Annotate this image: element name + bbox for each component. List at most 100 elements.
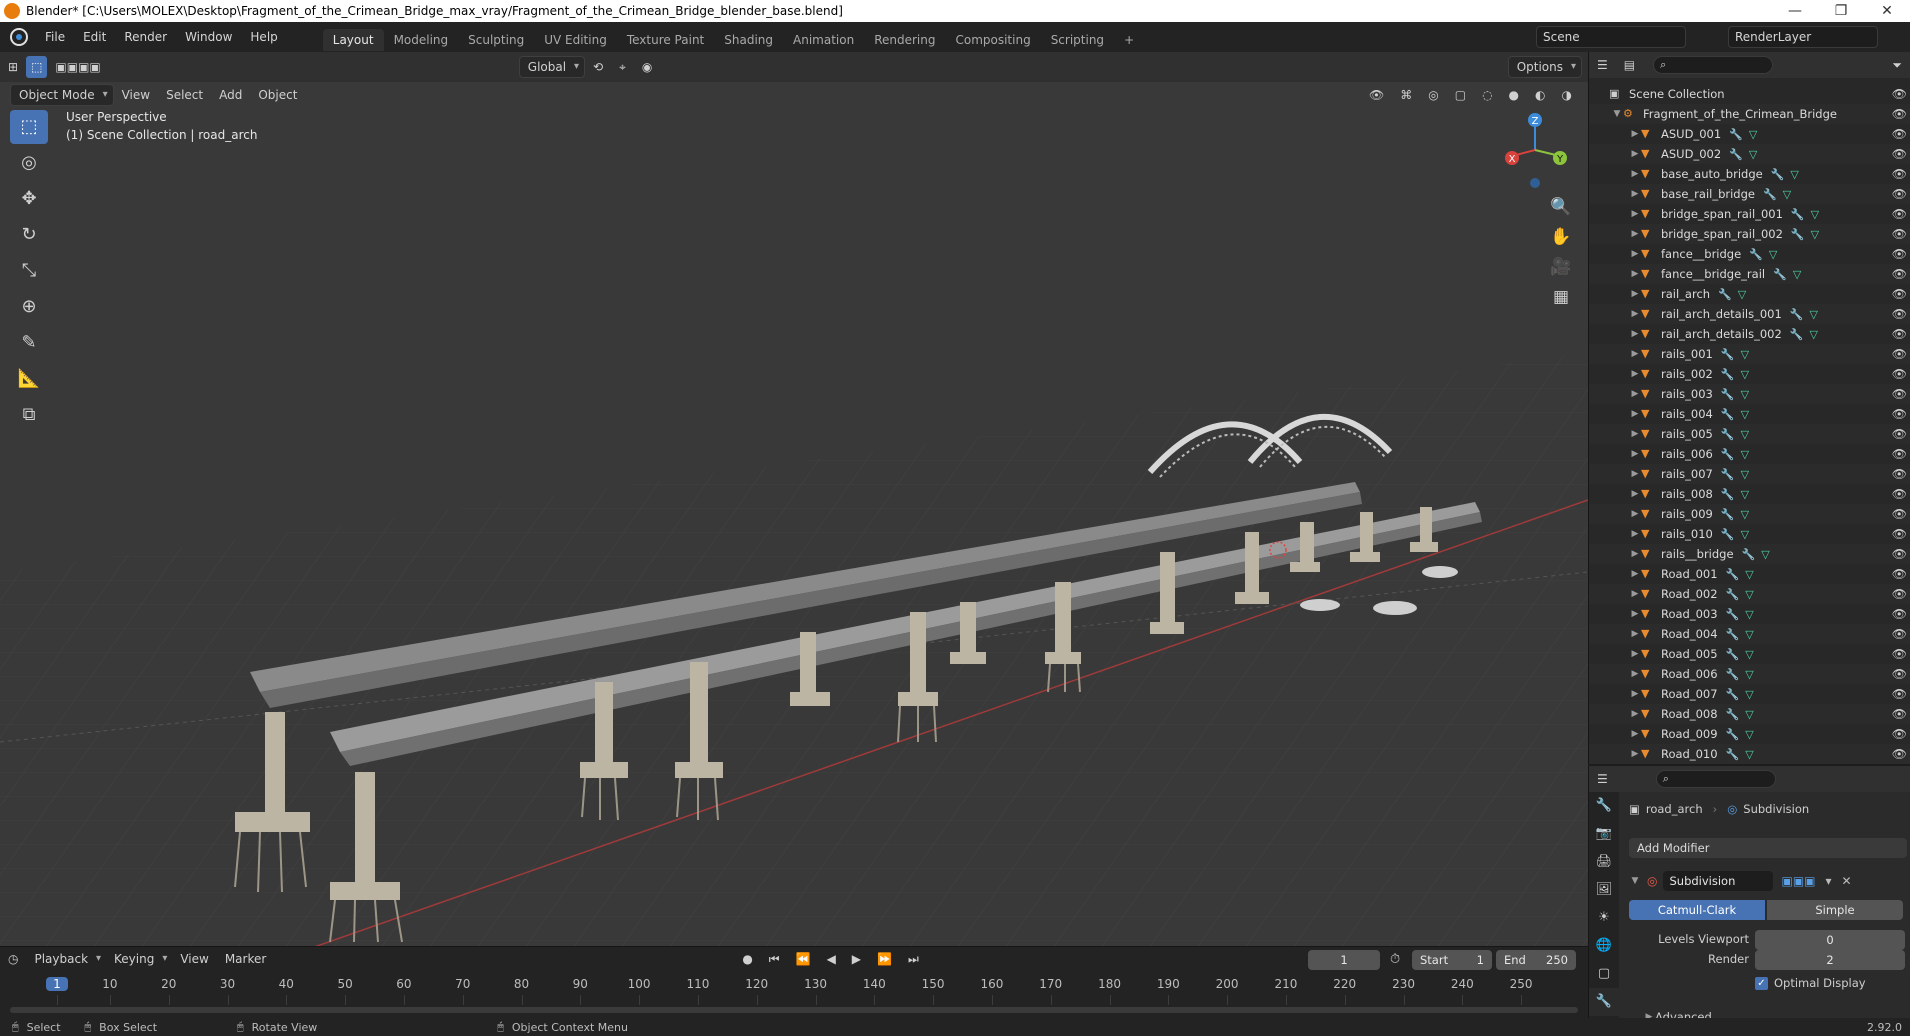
outliner-object-row[interactable]: ▶ ▼ Road_008 🔧 ▽ 👁	[1589, 704, 1910, 724]
outliner-object-row[interactable]: ▶ ▼ fance__bridge 🔧 ▽ 👁	[1589, 244, 1910, 264]
outliner-object-row[interactable]: ▶ ▼ rail_arch 🔧 ▽ 👁	[1589, 284, 1910, 304]
expand-arrow-icon[interactable]: ▶	[1629, 629, 1641, 639]
visibility-eye-icon[interactable]: 👁	[1892, 607, 1907, 621]
modifier-wrench-icon[interactable]: 🔧	[1763, 188, 1777, 201]
outliner-object-row[interactable]: ▶ ▼ rails__bridge 🔧 ▽ 👁	[1589, 544, 1910, 564]
menu-add[interactable]: Add	[211, 84, 250, 106]
modifier-wrench-icon[interactable]: 🔧	[1721, 428, 1735, 441]
expand-arrow-icon[interactable]: ▶	[1629, 729, 1641, 739]
viewport-canvas[interactable]	[0, 52, 1588, 946]
filter-icon[interactable]: ⏷	[1884, 54, 1910, 76]
outliner-object-row[interactable]: ▶ ▼ Road_005 🔧 ▽ 👁	[1589, 644, 1910, 664]
modifier-wrench-icon[interactable]: 🔧	[1721, 448, 1735, 461]
scene-selector[interactable]: Scene	[1536, 26, 1686, 48]
visibility-eye-icon[interactable]: 👁	[1892, 307, 1907, 321]
expand-arrow-icon[interactable]: ▶	[1629, 249, 1641, 259]
modifier-wrench-icon[interactable]: 🔧	[1721, 508, 1735, 521]
modifier-display-toggles-icon[interactable]: ▣▣▣	[1781, 874, 1815, 888]
xray-icon[interactable]: ▢	[1447, 84, 1474, 106]
visibility-eye-icon[interactable]: 👁	[1892, 207, 1907, 221]
outliner-object-row[interactable]: ▶ ▼ rails_002 🔧 ▽ 👁	[1589, 364, 1910, 384]
menu-help[interactable]: Help	[241, 22, 286, 52]
proportional-editing-icon[interactable]: ◉	[634, 56, 660, 78]
expand-arrow-icon[interactable]: ▶	[1629, 209, 1641, 219]
optimal-display-checkbox[interactable]: ✓	[1755, 976, 1768, 990]
visibility-eye-icon[interactable]: 👁	[1892, 547, 1907, 561]
visibility-eye-icon[interactable]: 👁	[1892, 587, 1907, 601]
options-dropdown[interactable]: Options	[1507, 56, 1582, 78]
mesh-data-icon[interactable]: ▽	[1745, 588, 1753, 601]
outliner-object-row[interactable]: ▶ ▼ rail_arch_details_002 🔧 ▽ 👁	[1589, 324, 1910, 344]
expand-arrow-icon[interactable]: ▶	[1629, 509, 1641, 519]
expand-arrow-icon[interactable]: ▶	[1629, 689, 1641, 699]
visibility-eye-icon[interactable]: 👁	[1892, 287, 1907, 301]
mesh-data-icon[interactable]: ▽	[1793, 268, 1801, 281]
expand-arrow-icon[interactable]: ▶	[1629, 709, 1641, 719]
mesh-data-icon[interactable]: ▽	[1745, 708, 1753, 721]
modifier-wrench-icon[interactable]: 🔧	[1726, 708, 1740, 721]
camera-icon[interactable]: 🎥	[1546, 252, 1576, 282]
modifier-wrench-icon[interactable]: 🔧	[1726, 728, 1740, 741]
modifier-wrench-icon[interactable]: 🔧	[1726, 588, 1740, 601]
modifier-wrench-icon[interactable]: 🔧	[1729, 148, 1743, 161]
menu-select[interactable]: Select	[158, 84, 211, 106]
expand-arrow-icon[interactable]: ▶	[1629, 229, 1641, 239]
expand-arrow-icon[interactable]: ▶	[1629, 409, 1641, 419]
tab-layout[interactable]: Layout	[322, 29, 384, 51]
mesh-data-icon[interactable]: ▽	[1811, 228, 1819, 241]
expand-arrow-icon[interactable]: ▶	[1629, 609, 1641, 619]
modifier-wrench-icon[interactable]: 🔧	[1749, 248, 1763, 261]
zoom-icon[interactable]: 🔍	[1546, 192, 1576, 222]
scene-collection-row[interactable]: ▣ Scene Collection 👁	[1589, 84, 1910, 104]
expand-arrow-icon[interactable]: ▶	[1629, 169, 1641, 179]
visibility-eye-icon[interactable]: 👁	[1892, 407, 1907, 421]
object-tab-icon[interactable]: ▢	[1589, 960, 1619, 988]
modifier-wrench-icon[interactable]: 🔧	[1729, 128, 1743, 141]
expand-arrow-icon[interactable]: ▶	[1629, 489, 1641, 499]
expand-arrow-icon[interactable]: ▶	[1629, 329, 1641, 339]
mesh-data-icon[interactable]: ▽	[1783, 188, 1791, 201]
menu-file[interactable]: File	[36, 22, 74, 52]
mesh-data-icon[interactable]: ▽	[1741, 388, 1749, 401]
mesh-data-icon[interactable]: ▽	[1745, 668, 1753, 681]
expand-arrow-icon[interactable]: ▶	[1629, 389, 1641, 399]
expand-arrow-icon[interactable]: ▶	[1629, 529, 1641, 539]
rotate-tool-icon[interactable]: ↻	[10, 218, 48, 252]
visibility-eye-icon[interactable]: 👁	[1892, 87, 1907, 101]
visibility-eye-icon[interactable]: 👁	[1892, 427, 1907, 441]
visibility-icon[interactable]: 👁	[1361, 84, 1392, 106]
mesh-data-icon[interactable]: ▽	[1769, 248, 1777, 261]
scale-tool-icon[interactable]: ⤡	[10, 254, 48, 288]
outliner-type-icon[interactable]: ☰	[1589, 54, 1616, 76]
visibility-eye-icon[interactable]: 👁	[1892, 187, 1907, 201]
visibility-eye-icon[interactable]: 👁	[1892, 347, 1907, 361]
render-tab-icon[interactable]: 📷	[1589, 820, 1619, 848]
mesh-data-icon[interactable]: ▽	[1745, 688, 1753, 701]
simple-button[interactable]: Simple	[1767, 900, 1903, 920]
outliner-object-row[interactable]: ▶ ▼ base_rail_bridge 🔧 ▽ 👁	[1589, 184, 1910, 204]
close-button[interactable]: ✕	[1864, 3, 1910, 19]
playhead-frame[interactable]: 1	[46, 977, 68, 991]
outliner-object-row[interactable]: ▶ ▼ fance__bridge_rail 🔧 ▽ 👁	[1589, 264, 1910, 284]
measure-tool-icon[interactable]: 📐	[10, 362, 48, 396]
expand-arrow-icon[interactable]: ▶	[1629, 569, 1641, 579]
mesh-data-icon[interactable]: ▽	[1741, 488, 1749, 501]
tab-compositing[interactable]: Compositing	[945, 29, 1040, 51]
modifier-wrench-icon[interactable]: 🔧	[1726, 668, 1740, 681]
modifier-wrench-icon[interactable]: 🔧	[1726, 748, 1740, 761]
visibility-eye-icon[interactable]: 👁	[1892, 327, 1907, 341]
expand-arrow-icon[interactable]: ▶	[1629, 429, 1641, 439]
visibility-eye-icon[interactable]: 👁	[1892, 267, 1907, 281]
modifier-name-field[interactable]: Subdivision	[1663, 871, 1774, 891]
visibility-eye-icon[interactable]: 👁	[1892, 687, 1907, 701]
tab-rendering[interactable]: Rendering	[864, 29, 945, 51]
tab-animation[interactable]: Animation	[783, 29, 864, 51]
visibility-eye-icon[interactable]: 👁	[1892, 527, 1907, 541]
visibility-eye-icon[interactable]: 👁	[1892, 667, 1907, 681]
outliner-object-row[interactable]: ▶ ▼ rails_009 🔧 ▽ 👁	[1589, 504, 1910, 524]
mesh-data-icon[interactable]: ▽	[1761, 548, 1769, 561]
navigation-gizmo[interactable]: Z X Y	[1500, 108, 1570, 188]
cursor-tool-icon[interactable]: ◎	[10, 146, 48, 180]
pan-hand-icon[interactable]: ✋	[1546, 222, 1576, 252]
outliner-object-row[interactable]: ▶ ▼ Road_003 🔧 ▽ 👁	[1589, 604, 1910, 624]
